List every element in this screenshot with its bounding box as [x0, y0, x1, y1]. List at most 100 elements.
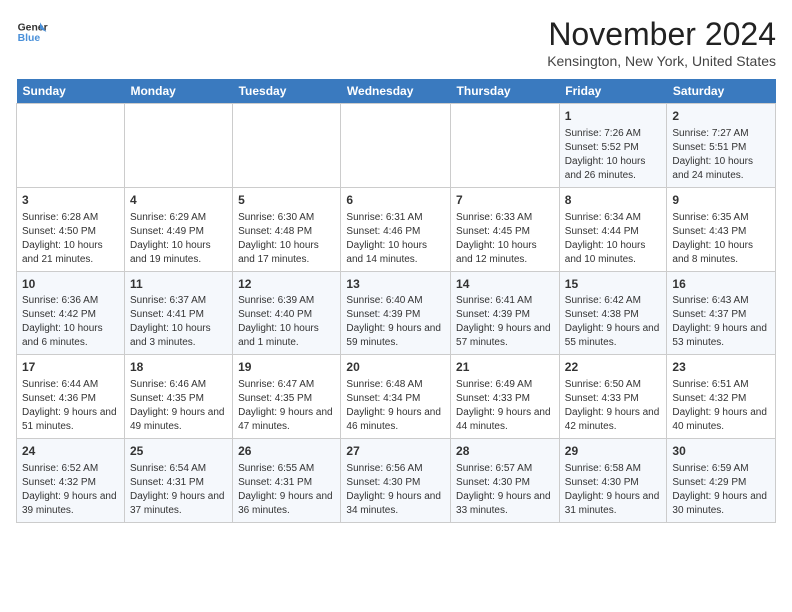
- day-info: Sunrise: 6:35 AM Sunset: 4:43 PM Dayligh…: [672, 211, 770, 267]
- day-info: Sunrise: 6:28 AM Sunset: 4:50 PM Dayligh…: [22, 211, 119, 267]
- calendar-cell: [451, 104, 560, 188]
- day-info: Sunrise: 6:33 AM Sunset: 4:45 PM Dayligh…: [456, 211, 554, 267]
- day-number: 1: [565, 108, 662, 125]
- title-block: November 2024 Kensington, New York, Unit…: [547, 16, 776, 69]
- day-info: Sunrise: 6:31 AM Sunset: 4:46 PM Dayligh…: [346, 211, 445, 267]
- day-number: 19: [238, 359, 335, 376]
- day-info: Sunrise: 6:52 AM Sunset: 4:32 PM Dayligh…: [22, 462, 119, 518]
- weekday-header-monday: Monday: [124, 79, 232, 104]
- calendar-cell: 30Sunrise: 6:59 AM Sunset: 4:29 PM Dayli…: [667, 439, 776, 523]
- day-info: Sunrise: 6:57 AM Sunset: 4:30 PM Dayligh…: [456, 462, 554, 518]
- page-header: General Blue November 2024 Kensington, N…: [16, 16, 776, 69]
- calendar-cell: [17, 104, 125, 188]
- calendar-cell: 5 Sunrise: 6:30 AM Sunset: 4:48 PM Daylig…: [233, 187, 341, 271]
- day-number: 28: [456, 443, 554, 460]
- day-info: Sunrise: 6:54 AM Sunset: 4:31 PM Dayligh…: [130, 462, 227, 518]
- day-info: Sunrise: 6:47 AM Sunset: 4:35 PM Dayligh…: [238, 378, 335, 434]
- day-info: Sunrise: 6:48 AM Sunset: 4:34 PM Dayligh…: [346, 378, 445, 434]
- day-number: 21: [456, 359, 554, 376]
- svg-text:Blue: Blue: [18, 33, 41, 44]
- calendar-cell: 18 Sunrise: 6:46 AM Sunset: 4:35 PM Dayli…: [124, 355, 232, 439]
- calendar-cell: 23 Sunrise: 6:51 AM Sunset: 4:32 PM Dayli…: [667, 355, 776, 439]
- calendar-cell: [124, 104, 232, 188]
- day-info: Sunrise: 6:50 AM Sunset: 4:33 PM Dayligh…: [565, 378, 662, 434]
- calendar-cell: 11Sunrise: 6:37 AM Sunset: 4:41 PM Dayli…: [124, 271, 232, 355]
- calendar-cell: 24 Sunrise: 6:52 AM Sunset: 4:32 PM Dayli…: [17, 439, 125, 523]
- day-number: 26: [238, 443, 335, 460]
- day-info: Sunrise: 6:29 AM Sunset: 4:49 PM Dayligh…: [130, 211, 227, 267]
- calendar-cell: 25Sunrise: 6:54 AM Sunset: 4:31 PM Dayli…: [124, 439, 232, 523]
- day-number: 4: [130, 192, 227, 209]
- calendar-cell: 19 Sunrise: 6:47 AM Sunset: 4:35 PM Dayli…: [233, 355, 341, 439]
- day-number: 23: [672, 359, 770, 376]
- calendar-cell: 6 Sunrise: 6:31 AM Sunset: 4:46 PM Daylig…: [341, 187, 451, 271]
- day-number: 20: [346, 359, 445, 376]
- weekday-header-wednesday: Wednesday: [341, 79, 451, 104]
- calendar-cell: 13Sunrise: 6:40 AM Sunset: 4:39 PM Dayli…: [341, 271, 451, 355]
- day-number: 27: [346, 443, 445, 460]
- day-info: Sunrise: 6:42 AM Sunset: 4:38 PM Dayligh…: [565, 294, 662, 350]
- weekday-header-saturday: Saturday: [667, 79, 776, 104]
- day-number: 14: [456, 276, 554, 293]
- calendar-week-row: 10Sunrise: 6:36 AM Sunset: 4:42 PM Dayli…: [17, 271, 776, 355]
- day-info: Sunrise: 6:30 AM Sunset: 4:48 PM Dayligh…: [238, 211, 335, 267]
- day-info: Sunrise: 6:49 AM Sunset: 4:33 PM Dayligh…: [456, 378, 554, 434]
- weekday-header-row: SundayMondayTuesdayWednesdayThursdayFrid…: [17, 79, 776, 104]
- day-info: Sunrise: 6:56 AM Sunset: 4:30 PM Dayligh…: [346, 462, 445, 518]
- calendar-cell: 4 Sunrise: 6:29 AM Sunset: 4:49 PM Daylig…: [124, 187, 232, 271]
- day-info: Sunrise: 7:27 AM Sunset: 5:51 PM Dayligh…: [672, 127, 770, 183]
- calendar-cell: 16Sunrise: 6:43 AM Sunset: 4:37 PM Dayli…: [667, 271, 776, 355]
- day-info: Sunrise: 6:43 AM Sunset: 4:37 PM Dayligh…: [672, 294, 770, 350]
- day-info: Sunrise: 6:44 AM Sunset: 4:36 PM Dayligh…: [22, 378, 119, 434]
- calendar-cell: 29 Sunrise: 6:58 AM Sunset: 4:30 PM Dayli…: [559, 439, 667, 523]
- weekday-header-sunday: Sunday: [17, 79, 125, 104]
- day-info: Sunrise: 6:36 AM Sunset: 4:42 PM Dayligh…: [22, 294, 119, 350]
- calendar-cell: 15Sunrise: 6:42 AM Sunset: 4:38 PM Dayli…: [559, 271, 667, 355]
- weekday-header-thursday: Thursday: [451, 79, 560, 104]
- calendar-title: November 2024: [547, 16, 776, 53]
- day-number: 29: [565, 443, 662, 460]
- day-number: 10: [22, 276, 119, 293]
- calendar-cell: 8Sunrise: 6:34 AM Sunset: 4:44 PM Daylig…: [559, 187, 667, 271]
- day-info: Sunrise: 6:51 AM Sunset: 4:32 PM Dayligh…: [672, 378, 770, 434]
- day-info: Sunrise: 6:41 AM Sunset: 4:39 PM Dayligh…: [456, 294, 554, 350]
- day-info: Sunrise: 6:46 AM Sunset: 4:35 PM Dayligh…: [130, 378, 227, 434]
- logo-icon: General Blue: [16, 16, 48, 48]
- calendar-cell: 10Sunrise: 6:36 AM Sunset: 4:42 PM Dayli…: [17, 271, 125, 355]
- calendar-week-row: 24 Sunrise: 6:52 AM Sunset: 4:32 PM Dayli…: [17, 439, 776, 523]
- day-info: Sunrise: 6:37 AM Sunset: 4:41 PM Dayligh…: [130, 294, 227, 350]
- day-number: 22: [565, 359, 662, 376]
- day-number: 17: [22, 359, 119, 376]
- calendar-cell: [341, 104, 451, 188]
- calendar-week-row: 3Sunrise: 6:28 AM Sunset: 4:50 PM Daylig…: [17, 187, 776, 271]
- day-number: 24: [22, 443, 119, 460]
- weekday-header-friday: Friday: [559, 79, 667, 104]
- calendar-table: SundayMondayTuesdayWednesdayThursdayFrid…: [16, 79, 776, 523]
- day-number: 15: [565, 276, 662, 293]
- day-info: Sunrise: 6:40 AM Sunset: 4:39 PM Dayligh…: [346, 294, 445, 350]
- calendar-week-row: 1Sunrise: 7:26 AM Sunset: 5:52 PM Daylig…: [17, 104, 776, 188]
- day-info: Sunrise: 6:58 AM Sunset: 4:30 PM Dayligh…: [565, 462, 662, 518]
- calendar-cell: 2Sunrise: 7:27 AM Sunset: 5:51 PM Daylig…: [667, 104, 776, 188]
- day-number: 6: [346, 192, 445, 209]
- calendar-cell: 28 Sunrise: 6:57 AM Sunset: 4:30 PM Dayli…: [451, 439, 560, 523]
- calendar-cell: 20 Sunrise: 6:48 AM Sunset: 4:34 PM Dayli…: [341, 355, 451, 439]
- calendar-header: SundayMondayTuesdayWednesdayThursdayFrid…: [17, 79, 776, 104]
- calendar-cell: 21 Sunrise: 6:49 AM Sunset: 4:33 PM Dayli…: [451, 355, 560, 439]
- day-number: 12: [238, 276, 335, 293]
- calendar-cell: 12Sunrise: 6:39 AM Sunset: 4:40 PM Dayli…: [233, 271, 341, 355]
- weekday-header-tuesday: Tuesday: [233, 79, 341, 104]
- day-info: Sunrise: 6:59 AM Sunset: 4:29 PM Dayligh…: [672, 462, 770, 518]
- day-number: 5: [238, 192, 335, 209]
- day-info: Sunrise: 6:55 AM Sunset: 4:31 PM Dayligh…: [238, 462, 335, 518]
- calendar-cell: 9Sunrise: 6:35 AM Sunset: 4:43 PM Daylig…: [667, 187, 776, 271]
- calendar-cell: 1Sunrise: 7:26 AM Sunset: 5:52 PM Daylig…: [559, 104, 667, 188]
- calendar-cell: 17 Sunrise: 6:44 AM Sunset: 4:36 PM Dayli…: [17, 355, 125, 439]
- day-number: 18: [130, 359, 227, 376]
- calendar-cell: 26 Sunrise: 6:55 AM Sunset: 4:31 PM Dayli…: [233, 439, 341, 523]
- calendar-cell: 7Sunrise: 6:33 AM Sunset: 4:45 PM Daylig…: [451, 187, 560, 271]
- calendar-cell: 14Sunrise: 6:41 AM Sunset: 4:39 PM Dayli…: [451, 271, 560, 355]
- calendar-body: 1Sunrise: 7:26 AM Sunset: 5:52 PM Daylig…: [17, 104, 776, 523]
- day-number: 11: [130, 276, 227, 293]
- calendar-subtitle: Kensington, New York, United States: [547, 53, 776, 69]
